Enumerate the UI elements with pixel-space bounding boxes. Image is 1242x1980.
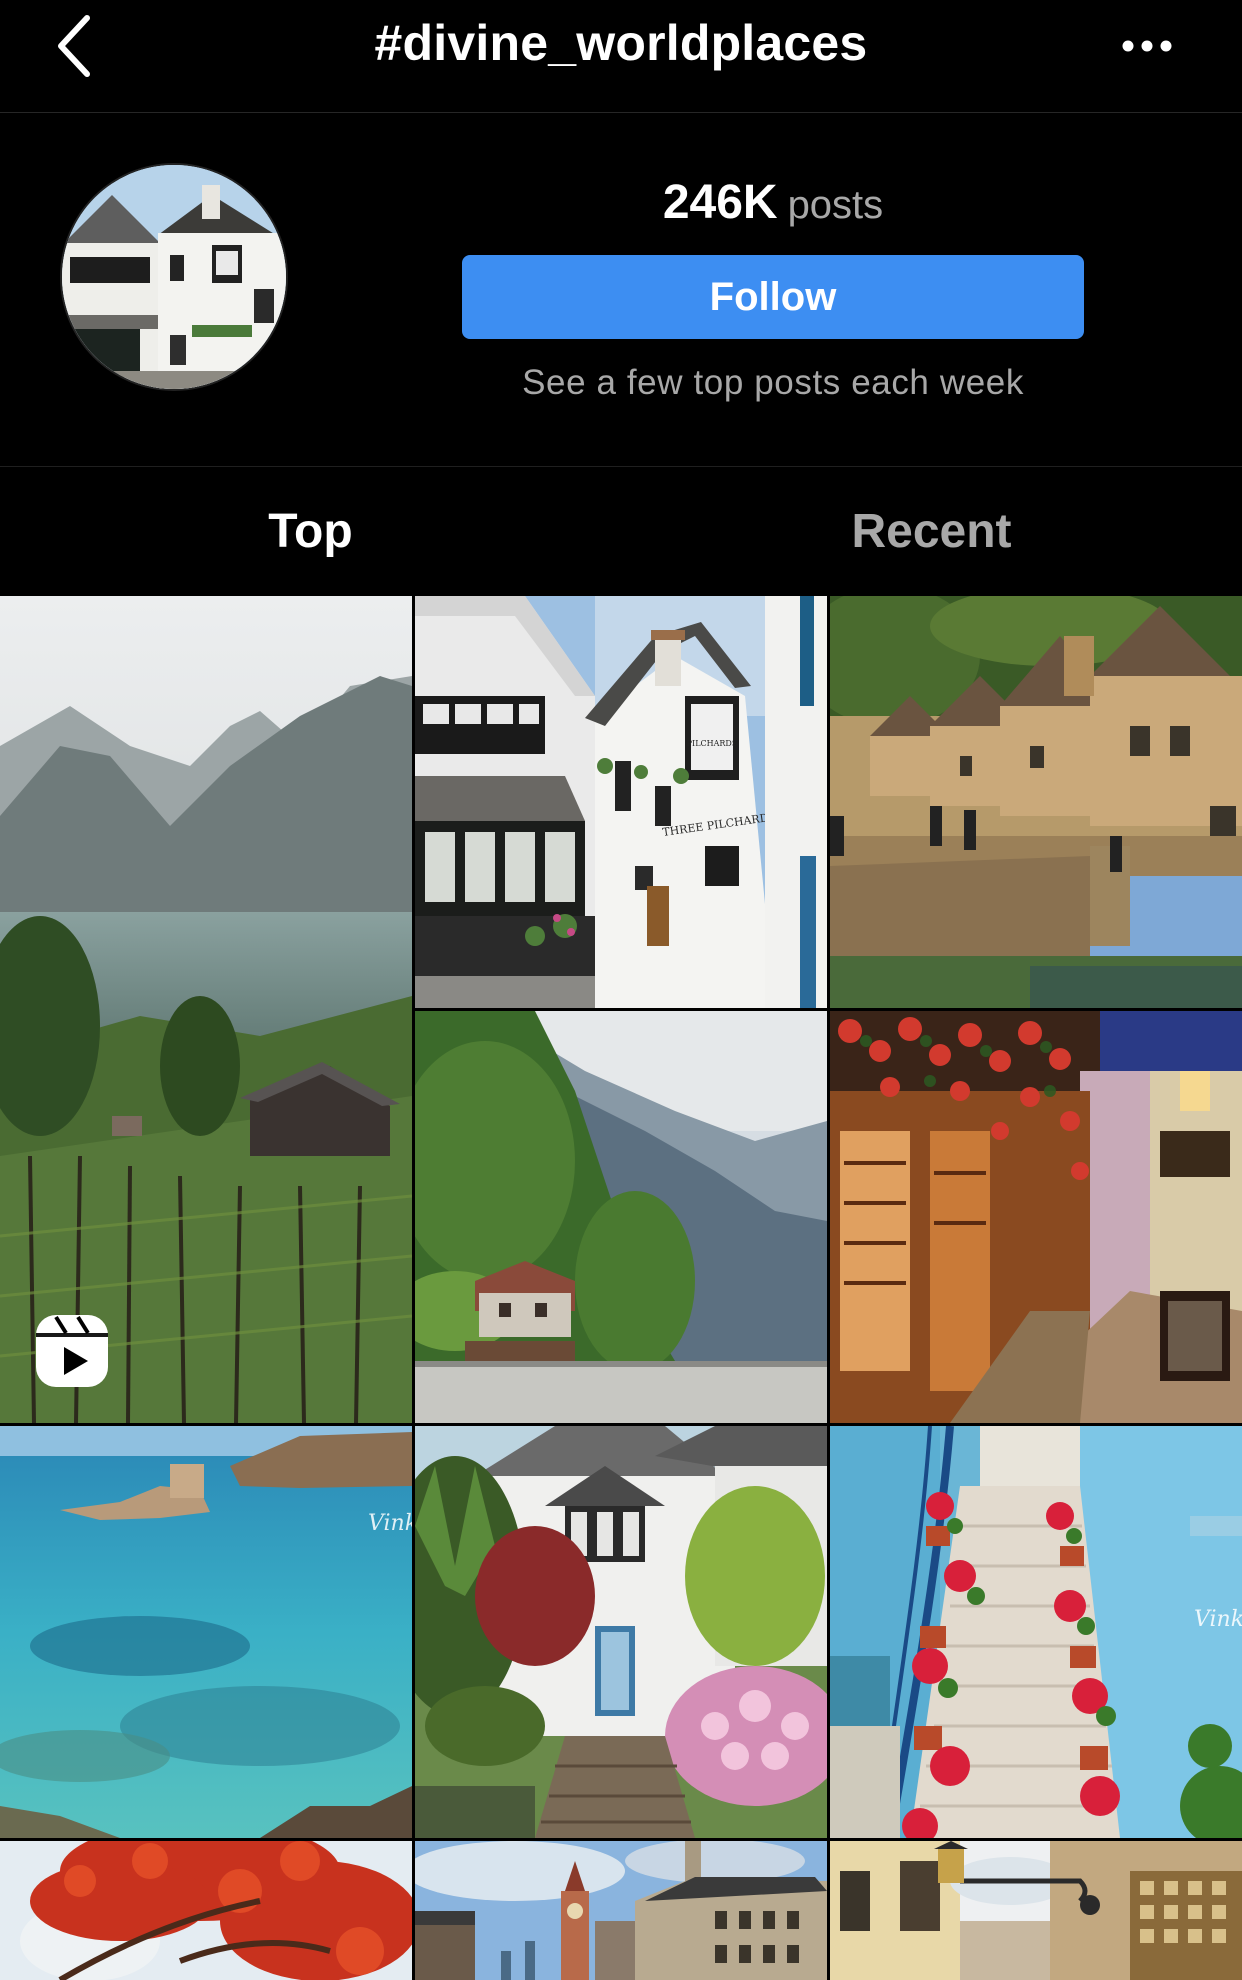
- feed-tabs: Top Recent: [0, 467, 1242, 595]
- grid-post-2[interactable]: PILCHARDS THREE PILCHARDS: [415, 596, 827, 1008]
- grid-post-4[interactable]: [415, 1011, 827, 1423]
- grid-post-7[interactable]: [415, 1426, 827, 1838]
- post-watermark: Vink: [368, 1511, 412, 1536]
- grid-post-3[interactable]: [830, 596, 1242, 1008]
- grid-post-11[interactable]: [830, 1841, 1242, 1980]
- hashtag-title: #divine_worldplaces: [374, 15, 868, 71]
- hashtag-profile: 246K posts Follow See a few top posts eac…: [0, 113, 1242, 467]
- post-stats: 246K posts: [462, 175, 1084, 230]
- tab-recent[interactable]: Recent: [621, 467, 1242, 595]
- follow-button[interactable]: Follow: [462, 255, 1084, 339]
- post-image: [830, 596, 1242, 1008]
- post-count-label: posts: [787, 183, 884, 227]
- post-image: [415, 1841, 827, 1980]
- svg-text:PILCHARDS: PILCHARDS: [687, 739, 738, 748]
- grid-post-1[interactable]: [0, 596, 412, 1423]
- post-image: [415, 1011, 827, 1423]
- tab-top[interactable]: Top: [0, 467, 621, 595]
- post-image: [0, 1841, 412, 1980]
- hashtag-avatar[interactable]: [62, 165, 286, 389]
- avatar-image: [62, 165, 286, 389]
- grid-post-5[interactable]: [830, 1011, 1242, 1423]
- post-image: [415, 1426, 827, 1838]
- post-image: PILCHARDS THREE PILCHARDS: [415, 596, 827, 1008]
- top-bar: #divine_worldplaces: [0, 0, 1242, 113]
- post-image: [830, 1841, 1242, 1980]
- reels-icon: [36, 1315, 108, 1387]
- more-horizontal-icon: [1122, 40, 1172, 52]
- post-image: Vink: [830, 1426, 1242, 1838]
- post-image: [830, 1011, 1242, 1423]
- grid-post-9[interactable]: [0, 1841, 412, 1980]
- follow-caption: See a few top posts each week: [522, 363, 1024, 402]
- post-count: 246K: [662, 176, 778, 229]
- grid-post-8[interactable]: Vink: [830, 1426, 1242, 1838]
- grid-post-6[interactable]: Vink: [0, 1426, 412, 1838]
- post-image: Vink: [0, 1426, 412, 1838]
- more-options-button[interactable]: [1112, 20, 1182, 72]
- grid-post-10[interactable]: [415, 1841, 827, 1980]
- post-watermark: Vink: [1194, 1607, 1242, 1632]
- post-image: [0, 596, 412, 1423]
